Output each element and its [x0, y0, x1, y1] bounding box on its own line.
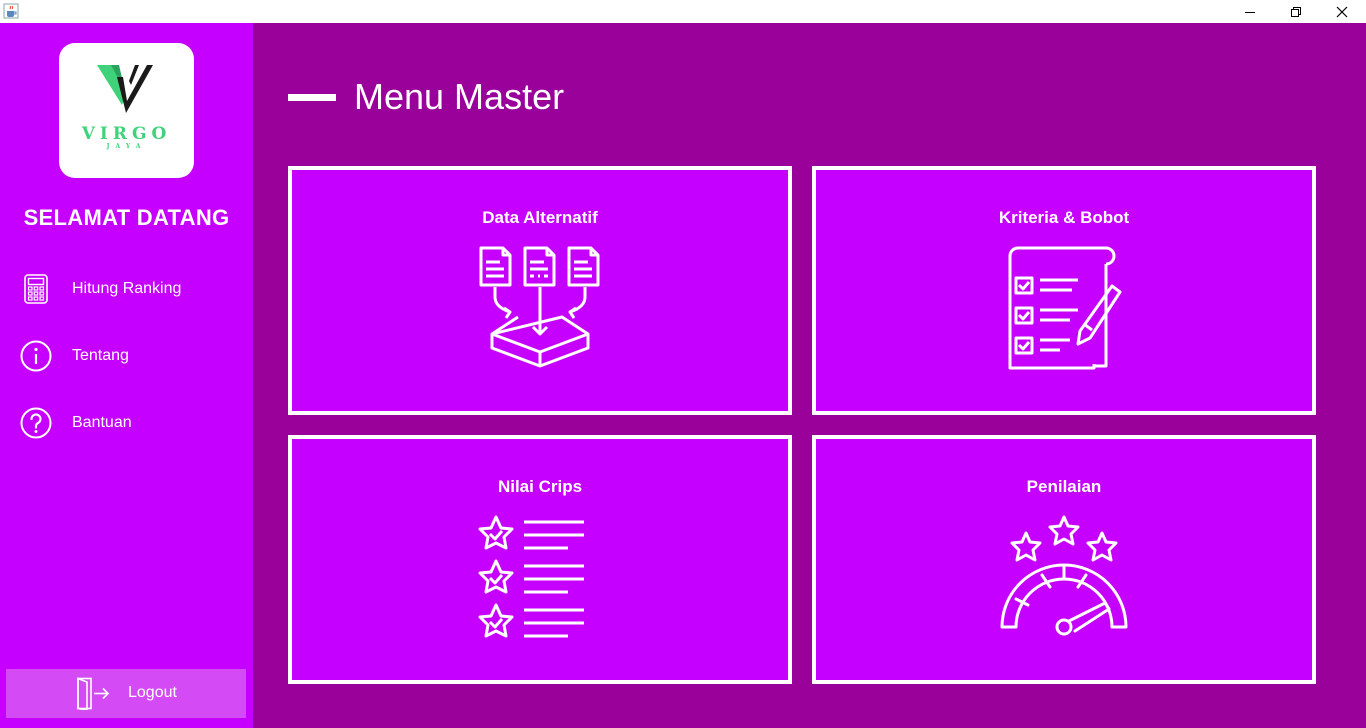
page-title: Menu Master: [354, 76, 565, 117]
sidebar-item-bantuan[interactable]: Bantuan: [0, 401, 253, 445]
minimize-icon: [1245, 11, 1255, 13]
card-kriteria-bobot[interactable]: Kriteria & Bobot: [812, 166, 1316, 415]
card-title: Penilaian: [1026, 477, 1102, 496]
documents-to-box-icon: [479, 246, 600, 368]
calculator-icon: [24, 274, 48, 304]
sidebar: VIRGO JAYA SELAMAT DATANG Hitung Ranking…: [0, 23, 253, 728]
main-content: Menu Master Data Alternatif Kriteria & B…: [253, 23, 1366, 728]
close-button[interactable]: [1319, 0, 1365, 23]
maximize-icon: [1291, 6, 1301, 17]
star-list-icon: [478, 515, 584, 638]
sidebar-item-tentang[interactable]: Tentang: [0, 334, 253, 378]
card-title: Kriteria & Bobot: [998, 208, 1130, 227]
minimize-button[interactable]: [1227, 0, 1273, 23]
card-data-alternatif[interactable]: Data Alternatif: [288, 166, 792, 415]
logout-label: Logout: [128, 684, 177, 701]
rating-gauge-icon: [1000, 515, 1128, 636]
welcome-heading: SELAMAT DATANG: [23, 205, 230, 230]
window-titlebar: [0, 0, 1366, 23]
sidebar-item-label: Bantuan: [72, 414, 132, 431]
logo-brand-text: VIRGO: [81, 124, 172, 144]
maximize-button[interactable]: [1273, 0, 1319, 23]
card-penilaian[interactable]: Penilaian: [812, 435, 1316, 684]
logo-sub-text: JAYA: [106, 143, 147, 150]
card-title: Nilai Crips: [497, 477, 583, 496]
help-icon: [20, 407, 52, 439]
checklist-icon: [1008, 246, 1122, 370]
logout-icon: [77, 677, 110, 710]
info-icon: [20, 340, 52, 372]
sidebar-item-label: Tentang: [72, 347, 129, 364]
card-title: Data Alternatif: [482, 208, 598, 227]
close-icon: [1336, 6, 1348, 17]
virgo-logo-mark: [97, 65, 153, 113]
sidebar-item-hitung-ranking[interactable]: Hitung Ranking: [0, 267, 253, 311]
card-nilai-crips[interactable]: Nilai Crips: [288, 435, 792, 684]
logout-button[interactable]: Logout: [6, 669, 246, 718]
title-accent-bar: [288, 94, 336, 101]
app-logo: VIRGO JAYA: [59, 43, 194, 178]
sidebar-item-label: Hitung Ranking: [72, 280, 182, 297]
java-cup-icon: [3, 3, 19, 19]
